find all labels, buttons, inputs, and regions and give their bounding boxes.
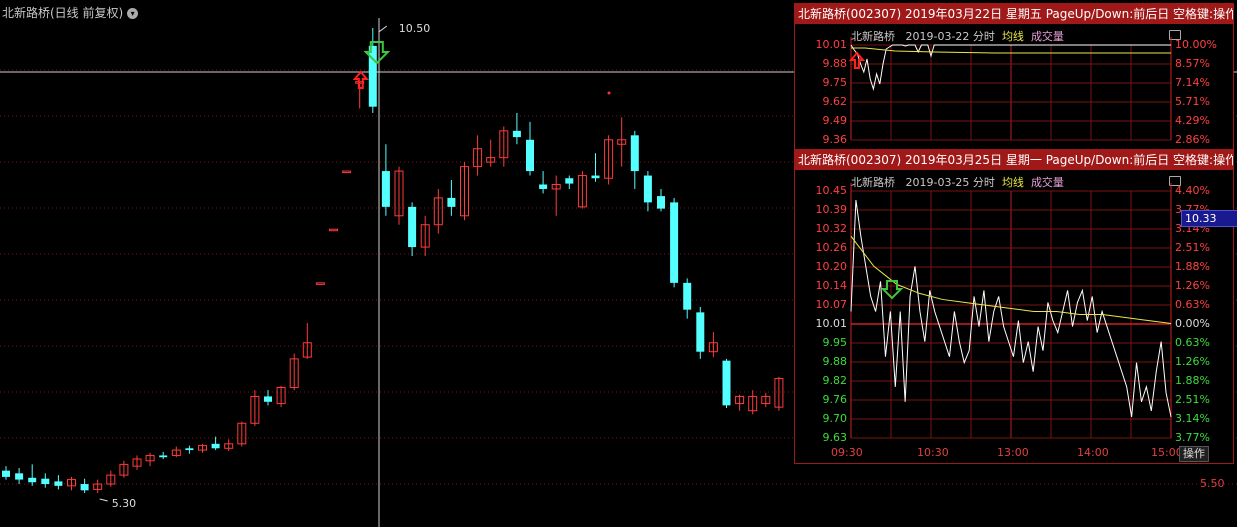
price-axis-label: 9.75 <box>822 76 848 89</box>
percent-axis-label: 4.40% <box>1175 184 1210 197</box>
price-axis-label: 9.88 <box>822 355 848 368</box>
candle-body-down <box>408 206 417 248</box>
buy-arrow-icon <box>352 70 369 89</box>
current-price-marker: 10.33 <box>1181 210 1237 227</box>
intraday-popup-0325[interactable]: 北新路桥(002307) 2019年03月25日 星期一 PageUp/Down… <box>794 149 1234 464</box>
price-axis-label: 10.01 <box>815 38 848 51</box>
candle-body-down <box>565 178 574 184</box>
candle-body-down <box>643 175 652 203</box>
candle-body-up <box>329 228 338 232</box>
price-axis-label: 9.49 <box>822 114 848 127</box>
price-axis-label: 9.88 <box>822 57 848 70</box>
candle-body-down <box>264 396 272 402</box>
candle-body-down <box>80 484 89 491</box>
percent-axis-label: 2.86% <box>1175 133 1210 146</box>
low-pointer <box>99 498 108 502</box>
window-title: 北新路桥(日线 前复权) <box>2 6 124 20</box>
percent-axis-label: 1.88% <box>1175 260 1210 273</box>
price-axis-label: 10.20 <box>815 260 848 273</box>
candle-body-down <box>722 360 731 406</box>
price-axis-label: 9.95 <box>822 336 848 349</box>
percent-axis-label: 1.88% <box>1175 374 1210 387</box>
candle-body-down <box>683 282 692 310</box>
percent-axis-label: 0.00% <box>1175 317 1210 330</box>
percent-axis-label: 8.57% <box>1175 57 1210 70</box>
intraday-chart-0322 <box>848 37 1172 141</box>
high-price-label: 10.50 <box>399 22 431 35</box>
percent-axis-label: 0.63% <box>1175 336 1210 349</box>
candle-body-down <box>447 197 456 207</box>
percent-axis-label: 1.26% <box>1175 279 1210 292</box>
low-price-label: 5.30 <box>112 497 137 510</box>
operate-button[interactable]: 操作 <box>1179 446 1209 462</box>
price-axis-label: 9.76 <box>822 393 848 406</box>
time-axis-label: 10:30 <box>917 446 949 459</box>
price-axis-label: 10.32 <box>815 222 848 235</box>
percent-axis-label: 1.26% <box>1175 355 1210 368</box>
price-axis-label: 10.45 <box>815 184 848 197</box>
price-axis-label: 9.63 <box>822 431 848 444</box>
candle-body-down <box>211 443 220 449</box>
price-axis-label: 9.70 <box>822 412 848 425</box>
percent-axis-label: 3.77% <box>1175 431 1210 444</box>
candle-body-down <box>591 175 600 179</box>
high-pointer <box>378 25 388 33</box>
candle-body-down <box>512 130 521 138</box>
price-axis-label: 10.14 <box>815 279 848 292</box>
price-axis-label: 10.39 <box>815 203 848 216</box>
chevron-down-icon[interactable]: ▾ <box>127 8 139 19</box>
candle-body-down <box>526 139 534 172</box>
candle-body-down <box>539 184 548 189</box>
price-axis-label: 9.36 <box>822 133 848 146</box>
price-axis-label: 9.82 <box>822 374 848 387</box>
percent-axis-label: 4.29% <box>1175 114 1210 127</box>
percent-axis-label: 2.51% <box>1175 393 1210 406</box>
candle-body-down <box>657 196 665 209</box>
time-axis-label: 13:00 <box>997 446 1029 459</box>
time-axis-label: 09:30 <box>831 446 863 459</box>
percent-axis-label: 3.14% <box>1175 412 1210 425</box>
percent-axis-label: 0.63% <box>1175 298 1210 311</box>
sell-arrow-icon <box>880 280 904 300</box>
candle-body-down <box>630 135 639 172</box>
candle-body-down <box>696 312 705 352</box>
time-axis-label: 14:00 <box>1077 446 1109 459</box>
candle-body-down <box>670 202 679 283</box>
right-axis-price-label: 5.50 <box>1200 477 1225 490</box>
candle-body-down <box>15 473 24 480</box>
candle-body-down <box>381 171 390 207</box>
price-axis-label: 9.62 <box>822 95 848 108</box>
candle-body-down <box>28 477 37 483</box>
intraday-chart-0325 <box>850 183 1172 439</box>
candle-body-down <box>2 470 10 477</box>
price-axis-label: 10.07 <box>815 298 848 311</box>
percent-axis-label: 10.00% <box>1175 38 1217 51</box>
candle-body-up <box>315 282 325 285</box>
percent-axis-label: 2.51% <box>1175 241 1210 254</box>
chart-header: 北新路桥(日线 前复权) ▾ <box>2 4 139 21</box>
candle-body-up <box>342 170 352 174</box>
time-axis-label: 15:00 <box>1151 446 1183 459</box>
price-axis-label: 10.01 <box>815 317 848 330</box>
candle-body-down <box>159 455 168 458</box>
percent-axis-label: 7.14% <box>1175 76 1210 89</box>
price-axis-label: 10.26 <box>815 241 848 254</box>
candle-body-down <box>54 481 63 486</box>
percent-axis-label: 5.71% <box>1175 95 1210 108</box>
intraday-popup-0322[interactable]: 北新路桥(002307) 2019年03月22日 星期五 PageUp/Down… <box>794 3 1234 153</box>
marker-dot <box>607 91 611 95</box>
candle-body-down <box>185 448 194 451</box>
candle-body-down <box>41 478 50 485</box>
